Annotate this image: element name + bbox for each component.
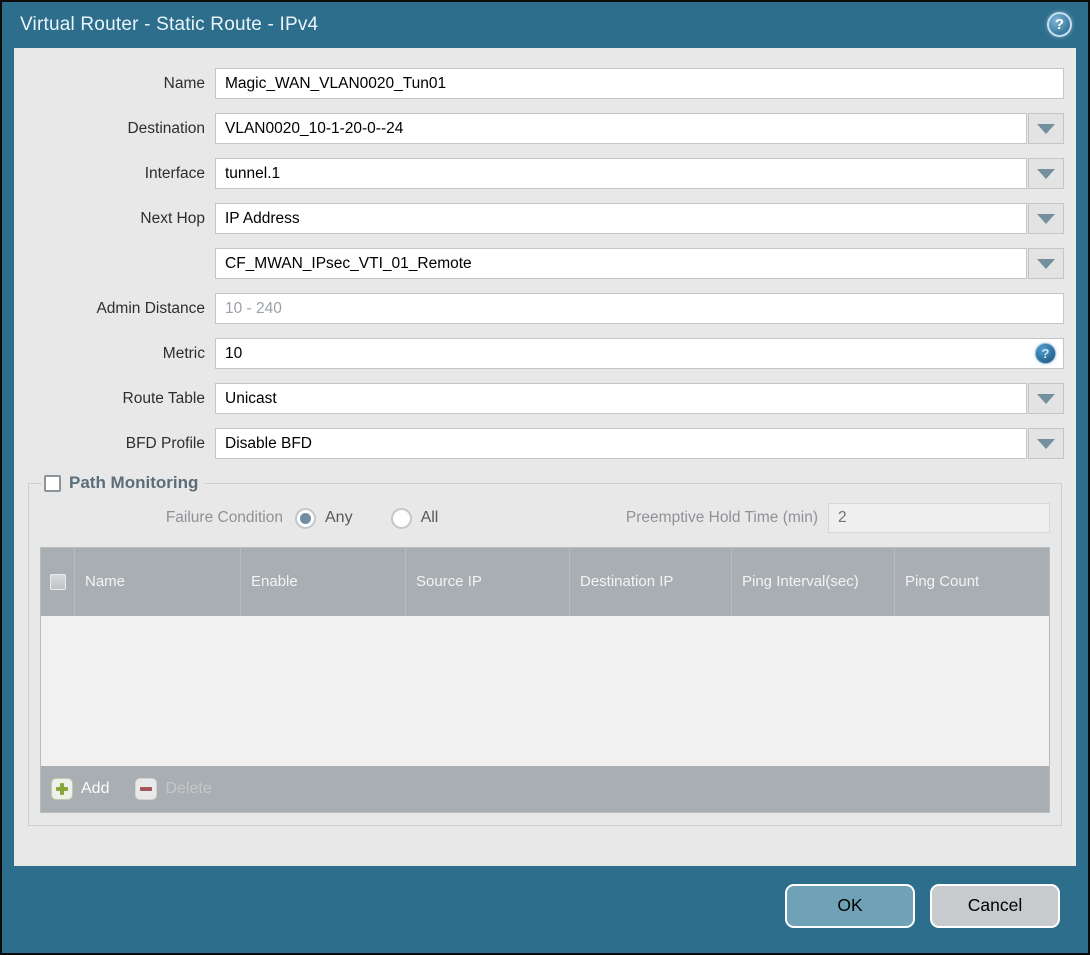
path-monitoring-checkbox[interactable]	[44, 474, 61, 492]
radio-icon	[295, 507, 316, 529]
next-hop-address-row	[14, 248, 1064, 279]
route-table-dropdown-button[interactable]	[1028, 383, 1064, 414]
metric-row: Metric ?	[14, 338, 1064, 369]
minus-icon	[135, 778, 158, 800]
chevron-down-icon	[1037, 438, 1055, 449]
destination-label: Destination	[127, 119, 205, 137]
column-header-name[interactable]: Name	[75, 548, 241, 616]
next-hop-address-dropdown-button[interactable]	[1028, 248, 1064, 279]
bfd-profile-dropdown-button[interactable]	[1028, 428, 1064, 459]
add-button[interactable]: Add	[51, 778, 109, 800]
destination-row: Destination	[14, 113, 1064, 144]
name-input[interactable]	[215, 68, 1064, 99]
preemptive-hold-time-label: Preemptive Hold Time (min)	[625, 509, 818, 526]
chevron-down-icon	[1037, 393, 1055, 404]
next-hop-row: Next Hop	[14, 203, 1064, 234]
static-route-dialog: Virtual Router - Static Route - IPv4 ? N…	[0, 0, 1090, 955]
ok-button[interactable]: OK	[785, 883, 915, 928]
bfd-profile-input[interactable]	[215, 428, 1027, 459]
failure-condition-label: Failure Condition	[165, 509, 283, 526]
dialog-titlebar: Virtual Router - Static Route - IPv4 ?	[2, 2, 1088, 48]
metric-help-icon[interactable]: ?	[1035, 343, 1056, 364]
dialog-title: Virtual Router - Static Route - IPv4	[20, 14, 319, 35]
bfd-profile-label: BFD Profile	[125, 434, 205, 452]
select-all-checkbox[interactable]	[49, 574, 66, 590]
admin-distance-input[interactable]	[215, 293, 1064, 324]
metric-label: Metric	[162, 344, 205, 362]
plus-icon	[51, 778, 73, 800]
help-icon[interactable]: ?	[1047, 12, 1072, 37]
path-monitoring-legend: Path Monitoring	[42, 473, 204, 493]
metric-input[interactable]	[215, 338, 1064, 369]
table-body-empty	[41, 616, 1049, 766]
path-monitoring-title: Path Monitoring	[69, 473, 199, 492]
route-table-row: Route Table	[14, 383, 1064, 414]
delete-button-label: Delete	[165, 780, 212, 797]
column-header-destination-ip[interactable]: Destination IP	[570, 548, 732, 616]
cancel-button[interactable]: Cancel	[930, 883, 1060, 928]
column-header-source-ip[interactable]: Source IP	[406, 548, 570, 616]
chevron-down-icon	[1037, 168, 1055, 179]
delete-button[interactable]: Delete	[135, 778, 212, 800]
path-monitoring-table: Name Enable Source IP Destination IP Pin…	[40, 547, 1050, 813]
next-hop-dropdown-button[interactable]	[1028, 203, 1064, 234]
column-header-ping-interval[interactable]: Ping Interval(sec)	[732, 548, 895, 616]
radio-icon	[390, 507, 412, 529]
radio-all-label: All	[420, 509, 439, 526]
add-button-label: Add	[81, 780, 110, 797]
destination-input[interactable]	[215, 113, 1027, 144]
interface-input[interactable]	[215, 158, 1027, 189]
select-all-cell	[41, 548, 75, 616]
radio-any-label: Any	[325, 509, 353, 526]
failure-condition-all-radio[interactable]: All	[390, 507, 439, 529]
admin-distance-label: Admin Distance	[96, 299, 205, 317]
chevron-down-icon	[1037, 213, 1055, 224]
bfd-profile-row: BFD Profile	[14, 428, 1064, 459]
column-header-enable[interactable]: Enable	[241, 548, 406, 616]
dialog-footer: OK Cancel	[2, 866, 1088, 953]
table-header-row: Name Enable Source IP Destination IP Pin…	[41, 548, 1049, 616]
name-row: Name	[14, 68, 1064, 99]
admin-distance-row: Admin Distance	[14, 293, 1064, 324]
failure-condition-any-radio[interactable]: Any	[295, 507, 353, 529]
chevron-down-icon	[1037, 258, 1055, 269]
interface-label: Interface	[144, 164, 205, 182]
chevron-down-icon	[1037, 123, 1055, 134]
dialog-content: Name Destination Interface Next Hop	[14, 48, 1076, 866]
name-label: Name	[163, 74, 205, 92]
next-hop-label: Next Hop	[140, 209, 205, 227]
preemptive-hold-time-input	[828, 503, 1050, 533]
next-hop-address-input[interactable]	[215, 248, 1027, 279]
interface-row: Interface	[14, 158, 1064, 189]
next-hop-type-input[interactable]	[215, 203, 1027, 234]
path-monitoring-group: Path Monitoring Failure Condition Any Al…	[28, 473, 1062, 826]
destination-dropdown-button[interactable]	[1028, 113, 1064, 144]
column-header-ping-count[interactable]: Ping Count	[895, 548, 1049, 616]
route-table-input[interactable]	[215, 383, 1027, 414]
interface-dropdown-button[interactable]	[1028, 158, 1064, 189]
failure-condition-row: Failure Condition Any All Preemptive Hol…	[40, 503, 1050, 533]
table-toolbar: Add Delete	[41, 766, 1049, 812]
route-table-label: Route Table	[122, 389, 205, 407]
